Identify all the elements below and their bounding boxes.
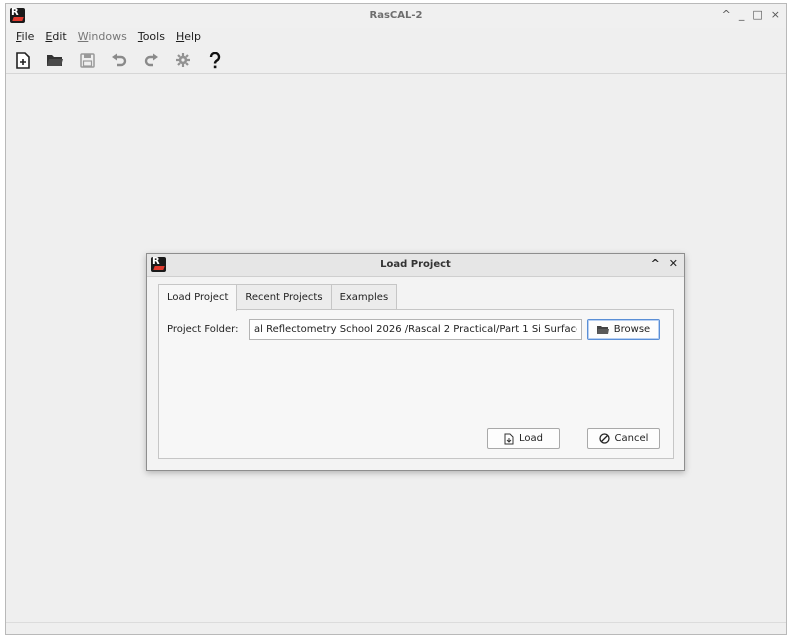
open-folder-icon [47,54,63,66]
redo-icon [144,53,158,66]
help-button[interactable] [206,50,224,70]
save-project-button[interactable] [78,50,96,70]
dialog-close-icon[interactable]: ✕ [669,257,678,270]
cancel-circle-icon [598,433,610,444]
maximize-window-icon[interactable]: □ [752,8,762,21]
load-button[interactable]: Load [487,428,560,449]
redo-button[interactable] [142,50,160,70]
load-document-icon [504,433,514,444]
open-project-button[interactable] [46,50,64,70]
close-window-icon[interactable]: × [771,8,780,21]
load-label: Load [519,433,543,444]
dialog-shade-icon[interactable]: ^ [651,257,660,270]
minimize-window-icon[interactable]: _ [739,8,745,21]
undo-button[interactable] [110,50,128,70]
cancel-label: Cancel [614,433,649,444]
menu-file[interactable]: File [16,28,34,46]
tab-load-project[interactable]: Load Project [158,284,238,311]
project-folder-label: Project Folder: [167,324,239,335]
title-bar: R RasCAL-2 ^ _ □ × [6,4,786,28]
help-icon [209,51,221,68]
shade-window-icon[interactable]: ^ [722,8,731,21]
tab-recent-projects[interactable]: Recent Projects [236,284,332,310]
project-folder-input[interactable] [249,319,582,340]
browse-label: Browse [613,324,651,335]
window-controls: ^ _ □ × [722,8,780,21]
dialog-title-bar: R Load Project ^ ✕ [147,254,684,277]
toolbar [14,48,224,72]
settings-gear-icon [176,53,190,67]
dialog-window-controls: ^ ✕ [651,257,678,270]
load-project-dialog: R Load Project ^ ✕ Load Project Recent P… [146,253,685,471]
browse-folder-icon [596,325,609,334]
save-icon [79,52,95,68]
window-title: RasCAL-2 [369,10,423,21]
dialog-tabs: Load Project Recent Projects Examples [158,284,398,311]
browse-button[interactable]: Browse [587,319,660,340]
settings-button[interactable] [174,50,192,70]
dialog-title: Load Project [380,259,451,270]
load-project-panel: Project Folder: Browse Load Cancel [158,309,674,459]
cancel-button[interactable]: Cancel [587,428,660,449]
new-project-icon [16,51,30,69]
undo-icon [112,53,127,66]
menu-tools[interactable]: Tools [138,28,165,46]
new-project-button[interactable] [14,50,32,70]
menu-edit[interactable]: Edit [45,28,66,46]
menu-windows[interactable]: Windows [78,28,127,46]
menu-bar: File Edit Windows Tools Help [6,28,786,46]
tab-examples[interactable]: Examples [330,284,398,310]
menu-help[interactable]: Help [176,28,201,46]
status-bar [6,622,786,634]
